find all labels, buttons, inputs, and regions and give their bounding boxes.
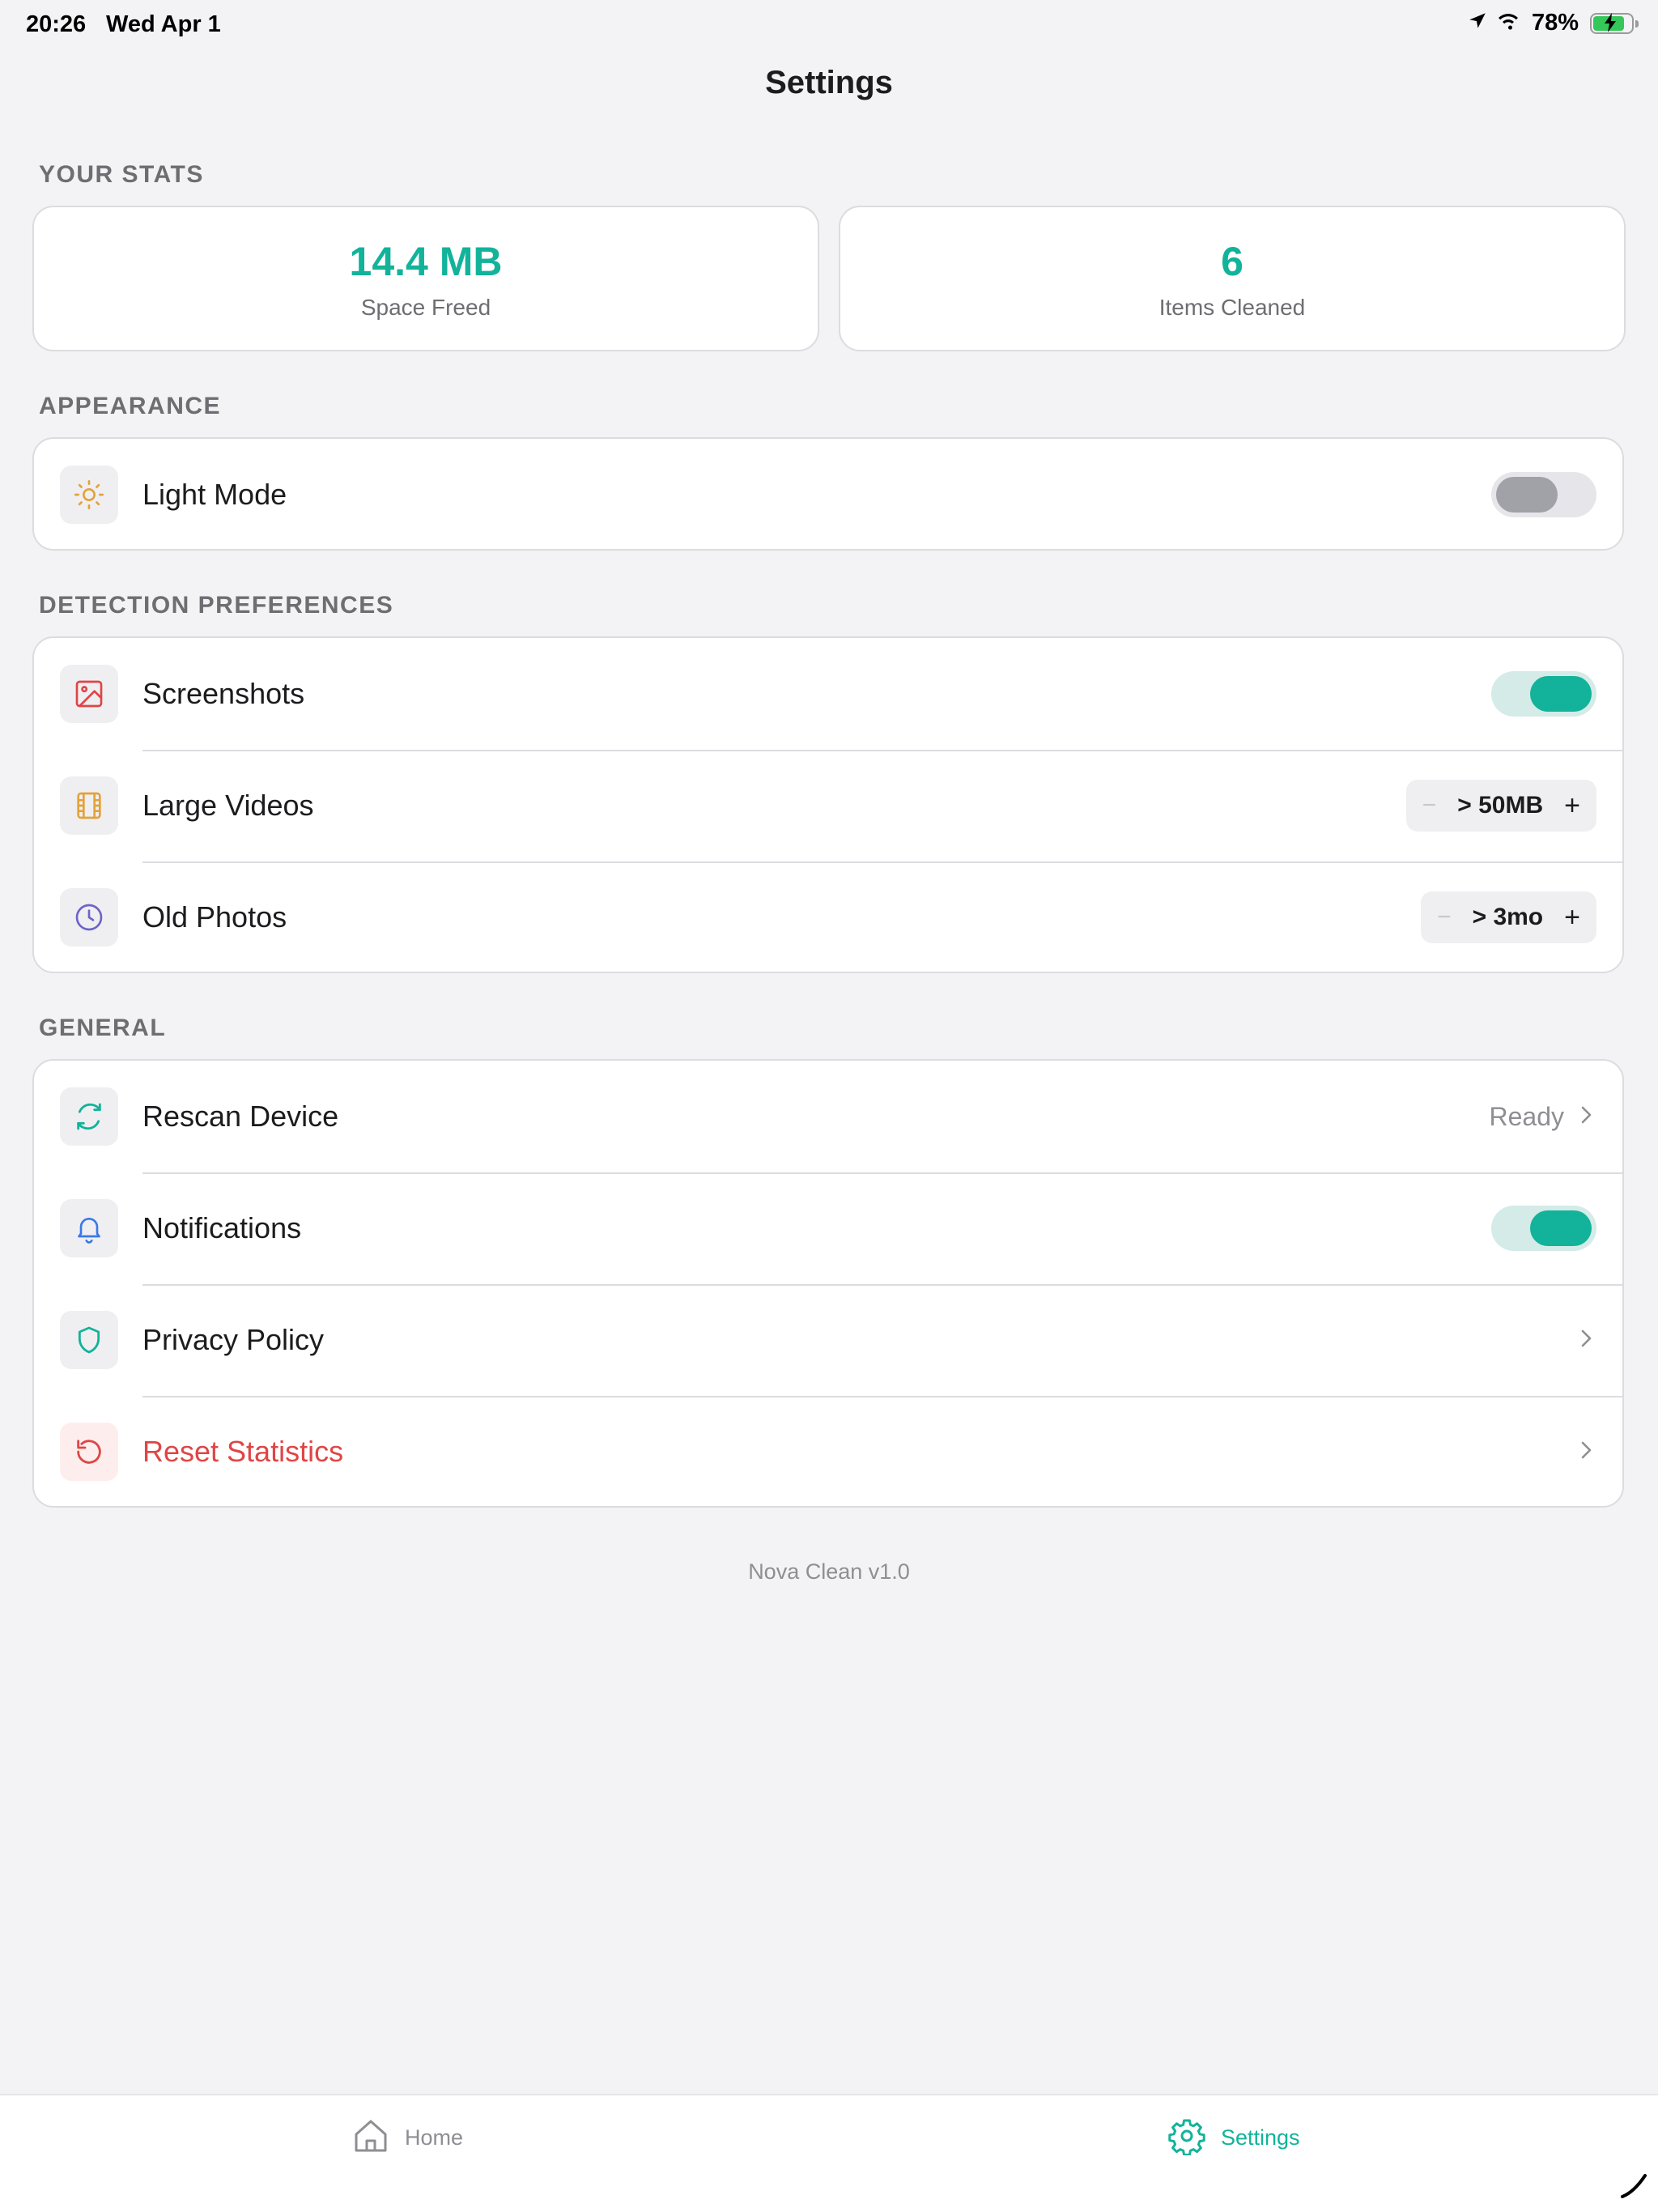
rescan-trailing: Ready [1490,1061,1594,1172]
section-header-stats: YOUR STATS [39,161,204,188]
rescan-status: Ready [1489,1101,1565,1131]
old-photos-row: Old Photos − > 3mo + [34,861,1622,972]
reset-trailing [1579,1396,1593,1506]
tab-home-label: Home [405,2125,464,2150]
notifications-label: Notifications [142,1211,302,1244]
large-videos-stepper: − > 50MB + [1405,780,1596,832]
tab-settings[interactable]: Settings [1167,2116,1300,2159]
space-freed-label: Space Freed [360,295,491,320]
image-icon [60,665,118,723]
gear-icon [1167,2116,1206,2159]
page-title: Settings [765,65,893,100]
tab-settings-label: Settings [1221,2125,1300,2150]
wifi-icon [1496,11,1520,35]
sun-icon [60,466,118,524]
detection-card: Screenshots Large Videos − > 50MB + Old … [32,636,1624,973]
tab-home[interactable]: Home [351,2116,463,2159]
status-time: 20:26 [26,11,87,37]
increment-button[interactable]: + [1564,902,1580,934]
pencil-indicator-icon [1618,2169,1650,2206]
light-mode-toggle[interactable] [1491,472,1596,517]
refresh-icon [60,1087,118,1146]
old-photos-value: > 3mo [1472,904,1544,930]
old-photos-stepper: − > 3mo + [1421,891,1596,943]
large-videos-value: > 50MB [1457,792,1544,819]
battery-icon [1590,12,1639,34]
stat-card-items-cleaned: 6 Items Cleaned [839,206,1626,351]
privacy-trailing [1579,1284,1593,1396]
section-header-general: GENERAL [39,1015,167,1041]
screenshots-toggle[interactable] [1491,671,1596,717]
space-freed-value: 14.4 MB [349,239,503,284]
clock-icon [60,888,118,946]
status-indicators: 78% [1467,10,1639,36]
battery-percentage: 78% [1531,10,1579,36]
reset-statistics-label: Reset Statistics [142,1435,344,1468]
old-photos-label: Old Photos [142,900,287,934]
rescan-device-row[interactable]: Rescan Device Ready [34,1061,1622,1172]
screenshots-label: Screenshots [142,677,305,710]
light-mode-label: Light Mode [142,478,287,511]
notifications-row: Notifications [34,1172,1622,1284]
reset-statistics-row[interactable]: Reset Statistics [34,1396,1622,1506]
shield-icon [60,1311,118,1369]
status-bar: 20:26 Wed Apr 1 78% [0,0,1658,52]
chevron-right-icon [1579,1439,1593,1465]
chevron-right-icon [1579,1104,1593,1130]
status-date: Wed Apr 1 [106,11,221,37]
stat-card-space-freed: 14.4 MB Space Freed [32,206,819,351]
reset-icon [60,1423,118,1481]
general-card: Rescan Device Ready Notifications Privac… [32,1059,1624,1508]
screenshots-row: Screenshots [34,638,1622,750]
bell-icon [60,1199,118,1257]
chevron-right-icon [1579,1327,1593,1354]
privacy-policy-label: Privacy Policy [142,1323,325,1356]
large-videos-label: Large Videos [142,789,314,822]
home-icon [351,2116,390,2159]
privacy-policy-row[interactable]: Privacy Policy [34,1284,1622,1396]
increment-button[interactable]: + [1564,790,1580,822]
decrement-button[interactable]: − [1422,792,1437,819]
app-version: Nova Clean v1.0 [748,1559,910,1584]
appearance-card: Light Mode [32,437,1624,551]
items-cleaned-value: 6 [1221,239,1244,284]
rescan-device-label: Rescan Device [142,1100,339,1133]
section-header-detection: DETECTION PREFERENCES [39,592,394,619]
decrement-button[interactable]: − [1437,904,1452,931]
film-icon [60,776,118,835]
light-mode-row: Light Mode [34,439,1622,549]
items-cleaned-label: Items Cleaned [1158,295,1306,320]
section-header-appearance: APPEARANCE [39,393,222,419]
notifications-toggle[interactable] [1491,1206,1596,1251]
location-arrow-icon [1467,11,1488,36]
large-videos-row: Large Videos − > 50MB + [34,750,1622,861]
settings-screen: 20:26 Wed Apr 1 78% Settings YOUR STATS … [0,0,1658,2212]
tab-bar: Home Settings [0,2094,1658,2212]
